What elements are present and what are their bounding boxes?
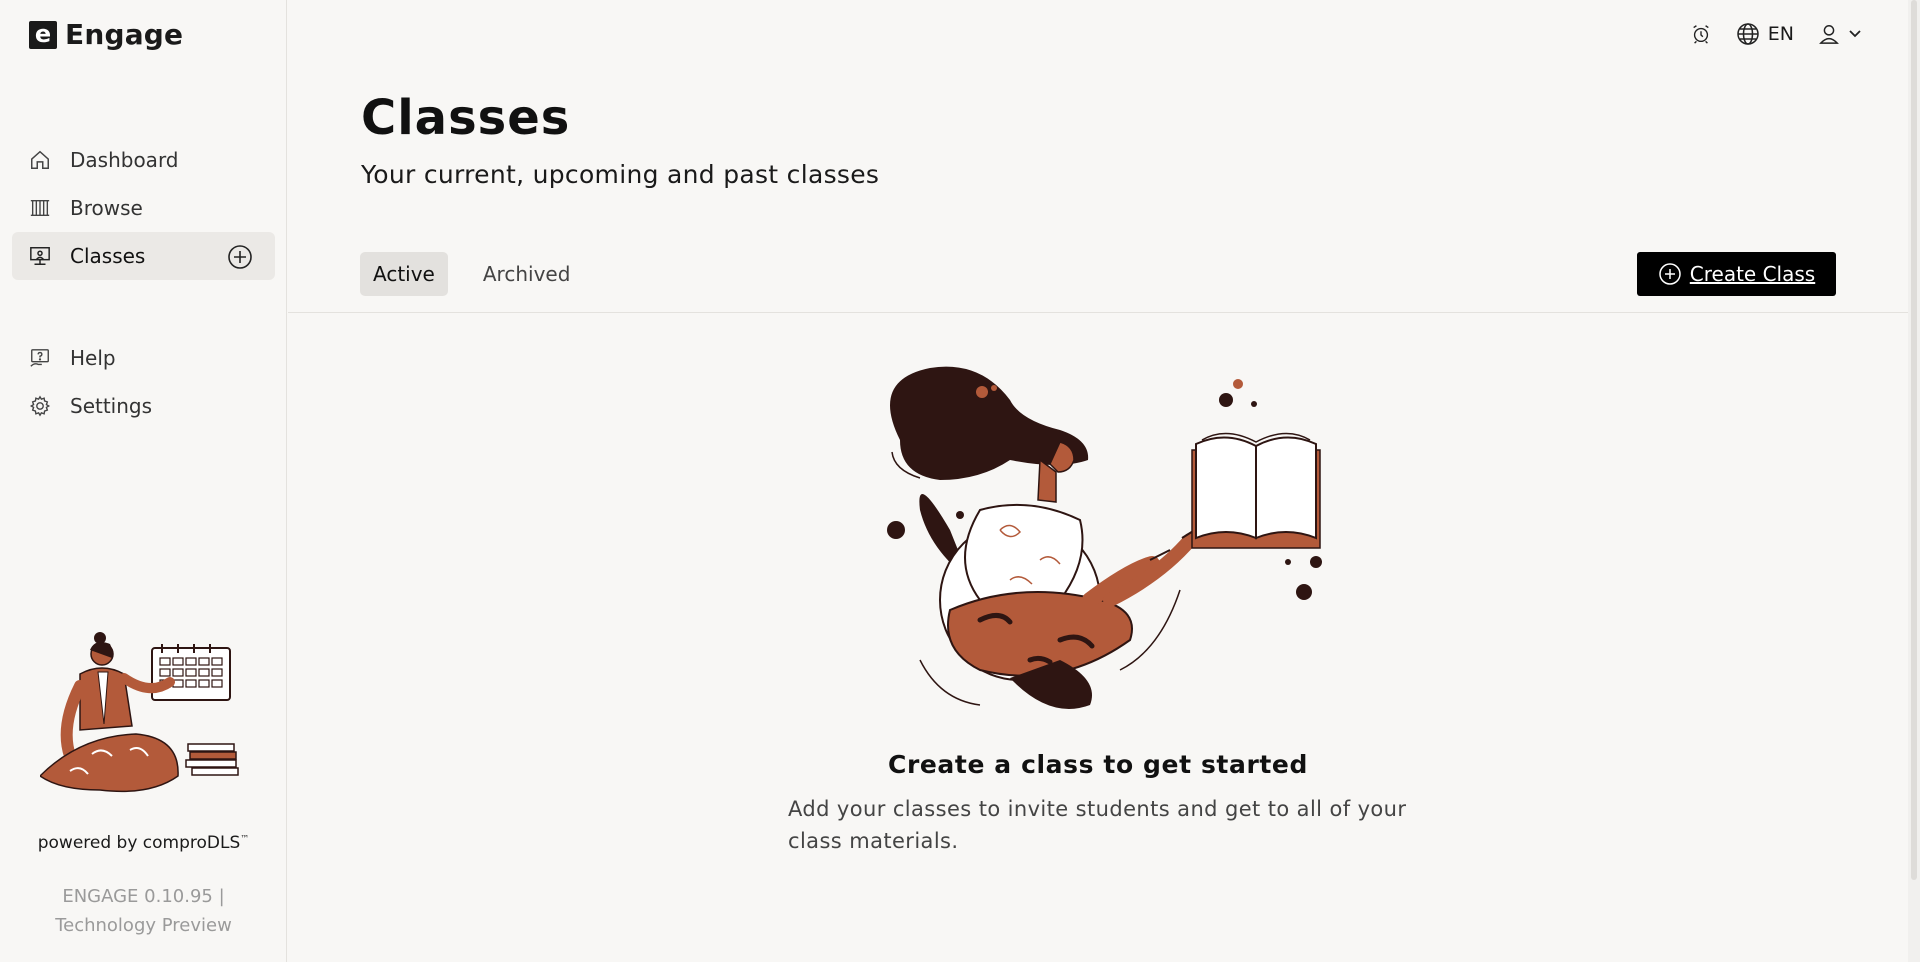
page-scrollbar[interactable] xyxy=(1908,0,1920,962)
brand[interactable]: e Engage xyxy=(29,18,183,51)
sidebar-item-label: Browse xyxy=(70,196,143,220)
sidebar-item-dashboard[interactable]: Dashboard xyxy=(12,136,275,184)
plus-circle-icon xyxy=(1659,263,1681,285)
page-title: Classes xyxy=(361,90,571,146)
teacher-calendar-illustration xyxy=(40,632,239,793)
version-line: Technology Preview xyxy=(55,915,232,936)
sidebar-item-settings[interactable]: Settings xyxy=(12,382,275,430)
sidebar-item-help[interactable]: Help xyxy=(12,334,275,382)
version-line: ENGAGE 0.10.95 | xyxy=(62,886,225,907)
tab-archived[interactable]: Archived xyxy=(470,252,584,296)
class-tabs: Active Archived xyxy=(360,252,583,296)
language-selector[interactable]: EN xyxy=(1736,22,1794,46)
version-info: ENGAGE 0.10.95 | Technology Preview xyxy=(0,882,287,940)
powered-by-text: powered by comproDLS xyxy=(37,833,241,853)
trademark-mark: ™ xyxy=(240,834,250,845)
chevron-down-icon xyxy=(1849,30,1861,38)
tab-active[interactable]: Active xyxy=(360,252,448,296)
globe-icon xyxy=(1737,23,1759,45)
user-icon xyxy=(1819,25,1839,44)
help-icon xyxy=(28,346,52,370)
sidebar-item-label: Dashboard xyxy=(70,148,179,172)
sidebar-nav: Dashboard Browse Classes Help Settings xyxy=(12,136,275,430)
sidebar-item-label: Settings xyxy=(70,394,153,418)
gear-icon xyxy=(28,394,52,418)
sidebar-item-classes[interactable]: Classes xyxy=(12,232,275,280)
empty-state-title: Create a class to get started xyxy=(888,750,1308,779)
scrollbar-thumb[interactable] xyxy=(1911,0,1917,880)
flying-reader-illustration xyxy=(887,366,1322,709)
content-divider xyxy=(288,312,1908,313)
home-icon xyxy=(28,148,52,172)
sidebar: e Engage Dashboard Browse Classes Help S… xyxy=(0,0,287,962)
library-icon xyxy=(28,196,52,220)
powered-by: powered by comproDLS™ xyxy=(0,833,287,853)
create-class-label: Create Class xyxy=(1689,262,1816,286)
sidebar-item-label: Classes xyxy=(70,244,146,268)
create-class-button[interactable]: Create Class xyxy=(1637,252,1836,296)
sidebar-item-browse[interactable]: Browse xyxy=(12,184,275,232)
page-subtitle: Your current, upcoming and past classes xyxy=(361,160,880,189)
empty-state-description: Add your classes to invite students and … xyxy=(788,797,1407,853)
brand-logo-icon: e xyxy=(29,20,57,49)
brand-name: Engage xyxy=(65,18,184,51)
add-class-icon[interactable] xyxy=(227,244,253,270)
topbar: EN xyxy=(1690,22,1862,46)
language-label: EN xyxy=(1767,23,1794,45)
alarm-icon[interactable] xyxy=(1690,23,1712,45)
user-menu[interactable] xyxy=(1818,23,1862,45)
classroom-icon xyxy=(28,244,52,268)
sidebar-item-label: Help xyxy=(70,346,116,370)
